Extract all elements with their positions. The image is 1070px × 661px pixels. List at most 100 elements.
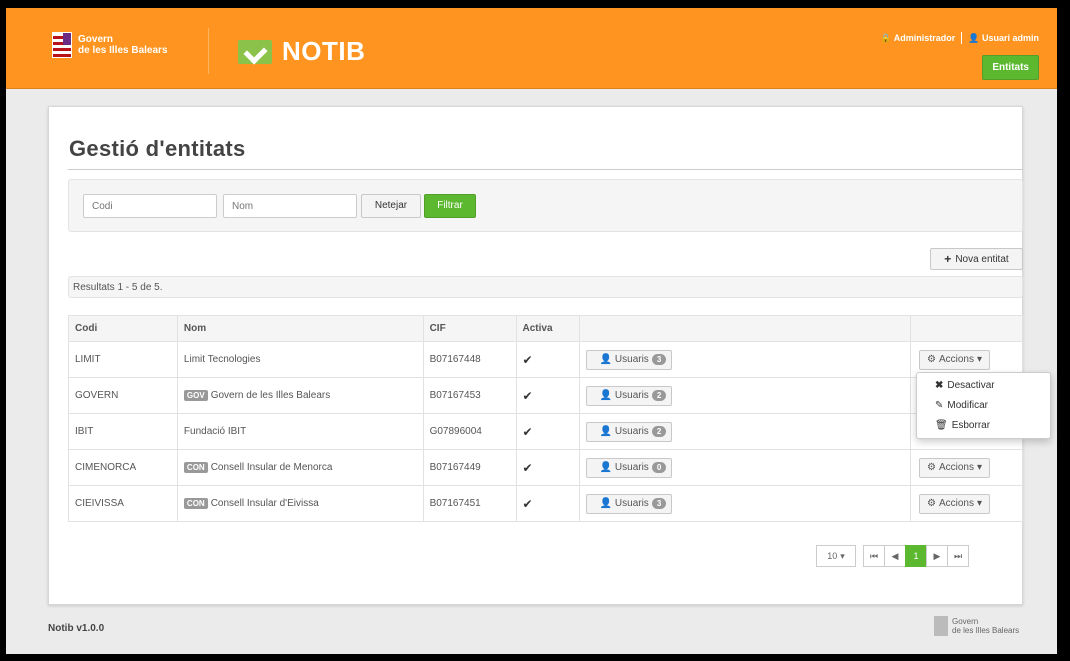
cell-activa: ✔ [515,341,581,378]
users-button[interactable]: 👤 Usuaris 2 [586,421,673,442]
app-version: Notib v1.0.0 [48,623,105,634]
cell-activa: ✔ [515,413,581,450]
role-selector[interactable]: 🔒 Administrador [880,33,955,44]
footer-government-name: Govern de les Illes Balears [952,617,1020,635]
app-window: Govern de les Illes Balears NOTIB 🔒 Admi… [6,8,1057,654]
users-label: Usuaris [614,354,649,365]
actions-dropdown-button[interactable]: ⚙ Accions ▾ [919,493,991,514]
users-button[interactable]: 👤 Usuaris 2 [586,385,673,406]
caret-down-icon: ▾ [976,462,983,473]
government-seal-icon [934,616,948,636]
last-page-button[interactable]: ⏭ [947,545,969,567]
results-summary: Resultats 1 - 5 de 5. [68,276,1023,298]
table-row: CIMENORCA CON Consell Insular de Menorca … [68,449,1023,486]
user-account[interactable]: 👤 Usuari admin [968,33,1039,44]
government-logo[interactable]: Govern de les Illes Balears [52,32,168,58]
close-icon: ✖ [935,380,944,391]
column-header-activa[interactable]: Activa [515,315,581,342]
cell-nom: Fundació IBIT [176,413,424,450]
users-label: Usuaris [614,462,649,473]
cell-activa: ✔ [515,377,581,414]
role-label: Administrador [893,32,956,43]
users-count-badge: 2 [651,426,667,437]
envelope-check-icon [238,39,272,64]
cell-users: 👤 Usuaris 3 [579,485,911,522]
user-icon: 👤 [968,32,980,43]
clear-filters-button[interactable]: Netejar [361,194,421,218]
new-entity-button[interactable]: + Nova entitat [930,248,1023,270]
page-title: Gestió d'entitats [69,136,246,161]
entitats-nav-button[interactable]: Entitats [982,55,1039,80]
footer-government-logo[interactable]: Govern de les Illes Balears [934,616,1019,636]
menu-item-label: Desactivar [947,380,995,391]
page-size-selector[interactable]: 10 ▾ [816,545,856,567]
users-label: Usuaris [614,426,649,437]
top-header: Govern de les Illes Balears NOTIB 🔒 Admi… [6,8,1057,89]
actions-label: Accions [938,498,974,509]
codi-filter-input[interactable] [83,194,217,218]
cell-cif: B07167453 [422,377,517,414]
lock-icon: 🔒 [880,32,892,43]
check-icon: ✔ [522,352,533,367]
column-header-codi[interactable]: Codi [68,315,178,342]
menu-item-edit[interactable]: ✎ Modificar [935,400,988,411]
cell-nom-text: Fundació IBIT [183,426,247,437]
filter-button[interactable]: Filtrar [424,194,476,218]
cell-users: 👤 Usuaris 2 [579,413,911,450]
title-divider [68,169,1023,170]
app-logo[interactable]: NOTIB [238,36,365,67]
users-button[interactable]: 👤 Usuaris 0 [586,457,673,478]
entities-table: Codi Nom CIF Activa LIMIT Limit Tecnolog… [68,315,1023,522]
plus-icon: + [944,252,952,266]
gear-icon: ⚙ [927,498,936,509]
column-header-nom[interactable]: Nom [176,315,424,342]
new-entity-label: Nova entitat [955,253,1009,265]
user-menu-separator [961,32,963,44]
menu-item-deactivate[interactable]: ✖ Desactivar [935,380,995,391]
cell-users: 👤 Usuaris 3 [579,341,911,378]
check-icon: ✔ [522,424,533,439]
gear-icon: ⚙ [927,354,936,365]
users-button[interactable]: 👤 Usuaris 3 [586,493,673,514]
first-page-button[interactable]: ⏮ [863,545,885,567]
cell-codi: GOVERN [68,377,178,414]
table-row: LIMIT Limit Tecnologies B07167448 ✔ 👤 Us… [68,341,1023,378]
users-label: Usuaris [614,498,649,509]
cell-nom-text: Consell Insular de Menorca [210,462,333,473]
users-count-badge: 0 [651,462,667,473]
cell-actions: ⚙ Accions ▾ [910,485,1023,522]
main-panel: Gestió d'entitats Netejar Filtrar + Nova… [48,106,1051,605]
entity-type-tag: CON [183,498,208,509]
previous-page-icon: ◀ [891,550,899,561]
next-page-button[interactable]: ▶ [926,545,948,567]
column-header-cif[interactable]: CIF [422,315,517,342]
government-seal-icon [52,32,72,58]
cell-cif: G07896004 [422,413,517,450]
next-page-icon: ▶ [933,550,941,561]
actions-dropdown-button[interactable]: ⚙ Accions ▾ [919,457,991,478]
cell-activa: ✔ [515,485,581,522]
government-name: Govern de les Illes Balears [78,34,168,56]
gear-icon: ⚙ [927,462,936,473]
users-label: Usuaris [614,390,649,401]
cell-users: 👤 Usuaris 0 [579,449,911,486]
table-row: IBIT Fundació IBIT G07896004 ✔ 👤 Usuaris… [68,413,1023,450]
previous-page-button[interactable]: ◀ [884,545,906,567]
cell-nom-text: Govern de les Illes Balears [210,390,331,401]
nom-filter-input[interactable] [223,194,357,218]
trash-icon: 🗑 [935,420,948,431]
app-title: NOTIB [282,36,366,66]
cell-codi: IBIT [68,413,178,450]
pencil-icon: ✎ [935,400,944,411]
current-page-button[interactable]: 1 [905,545,927,567]
table-row: CIEIVISSA CON Consell Insular d'Eivissa B… [68,485,1023,522]
pagination: 10 ▾ ⏮ ◀ 1 ▶ ⏭ [816,545,969,567]
cell-nom: CON Consell Insular d'Eivissa [176,485,424,522]
menu-item-label: Esborrar [951,420,991,431]
cell-cif: B07167448 [422,341,517,378]
users-button[interactable]: 👤 Usuaris 3 [586,349,673,370]
menu-item-delete[interactable]: 🗑 Esborrar [935,420,990,431]
entity-type-tag: GOV [183,390,208,401]
column-header-actions [910,315,1023,342]
actions-dropdown-button[interactable]: ⚙ Accions ▾ [919,349,991,370]
